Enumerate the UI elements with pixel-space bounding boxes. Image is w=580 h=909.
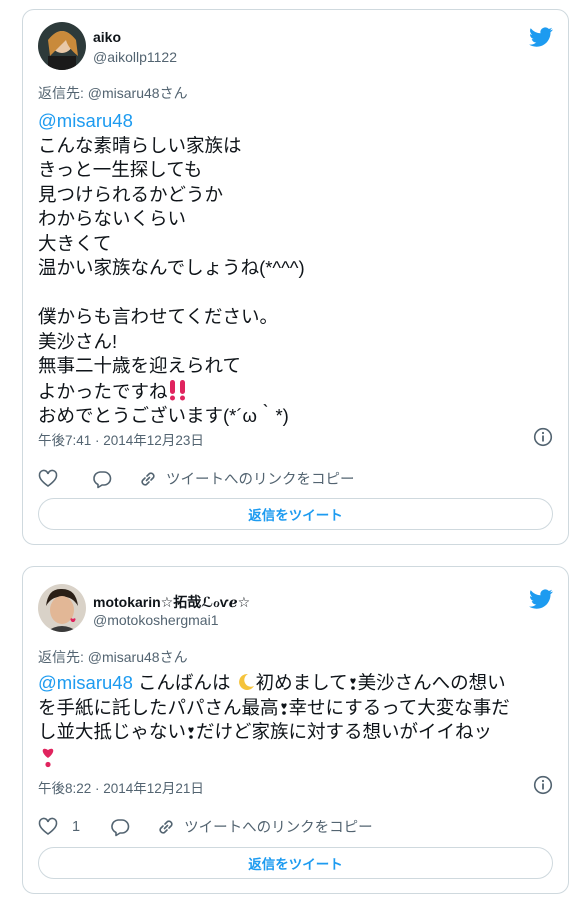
- like-count: 1: [72, 818, 81, 835]
- tweet-line: よかったですね: [38, 380, 168, 402]
- tweet-card: aiko @aikollp1122 返信先: @misaru48さん @misa…: [22, 9, 569, 545]
- reply-tweet-button[interactable]: 返信をツイート: [38, 498, 553, 530]
- reply-icon: [111, 818, 130, 836]
- reply-icon: [93, 470, 112, 488]
- tweet-text: @misaru48 こんな素晴らしい家族は きっと一生探しても 見つけられるかど…: [38, 109, 553, 429]
- tweet-line-with-emoji: よかったですね: [38, 379, 553, 405]
- mention-link[interactable]: @misaru48: [38, 109, 553, 134]
- mention-link[interactable]: @misaru48: [38, 672, 133, 693]
- tweet-line: 無事二十歳を迎えられて: [38, 355, 241, 376]
- tweet-line: こんな素晴らしい家族は: [38, 134, 242, 156]
- heart-icon: [38, 469, 58, 487]
- reply-tweet-button[interactable]: 返信をツイート: [38, 847, 553, 879]
- tweet-line: @misaru48 こんばんは 初めまして 美沙さんへの想い: [38, 671, 553, 696]
- tweet-fragment: 美沙さんへの想い: [357, 672, 506, 693]
- reply-to-label: 返信先: @misaru48さん: [38, 85, 188, 101]
- tweet-fragment: を手紙に託したパパさん最高: [38, 696, 279, 718]
- tweet-line: [38, 745, 553, 773]
- avatar[interactable]: [38, 22, 86, 70]
- copy-link-button[interactable]: ツイートへのリンクをコピー: [156, 816, 373, 837]
- heart-exclamation-emoji: [188, 727, 194, 739]
- tweet-line: 見つけられるかどうか: [38, 183, 224, 205]
- tweet-line: 大きくて: [38, 232, 112, 254]
- tweet-card: motokarin☆拓哉ℒℴѵℯ☆ @motokoshergmai1 返信先: …: [22, 566, 569, 894]
- tweet-line: わからないくらい: [38, 208, 187, 229]
- crescent-moon-emoji: [238, 673, 254, 690]
- reply-to-label: 返信先: @misaru48さん: [38, 649, 188, 665]
- tweet-timestamp[interactable]: 午後8:22 · 2014年12月21日: [38, 777, 204, 797]
- tweet-line: 僕からも言わせてください。: [38, 306, 278, 327]
- tweet-fragment: だけど家族に対する想いがイイねッ: [196, 721, 493, 742]
- link-icon: [141, 471, 155, 486]
- double-exclamation-emoji: [169, 379, 185, 400]
- tweet-fragment: 初めまして: [255, 672, 348, 693]
- copy-link-label: ツイートへのリンクをコピー: [166, 472, 355, 488]
- tweet-timestamp[interactable]: 午後7:41 · 2014年12月23日: [38, 429, 204, 449]
- tweet-fragment: し並大抵じゃない: [38, 721, 187, 742]
- tweet-actions: ツイートへのリンクをコピー: [38, 468, 377, 489]
- info-icon[interactable]: [533, 775, 553, 795]
- tweet-text: @misaru48 こんばんは 初めまして 美沙さんへの想い を手紙に託したパパさ…: [38, 671, 553, 772]
- heart-exclamation-emoji: [280, 702, 287, 715]
- display-name[interactable]: aiko: [93, 29, 121, 45]
- tweet-actions: 1 ツイートへのリンクをコピー: [38, 816, 395, 837]
- twitter-bird-icon[interactable]: [529, 25, 553, 49]
- reply-button[interactable]: [110, 817, 130, 837]
- tweet-line: きっと一生探しても: [38, 159, 203, 180]
- tweet-line: 温かい家族なんでしょうね(*^^^): [38, 257, 305, 278]
- user-handle[interactable]: @aikollp1122: [93, 49, 177, 65]
- display-name[interactable]: motokarin☆拓哉ℒℴѵℯ☆: [93, 592, 250, 612]
- info-icon[interactable]: [533, 427, 553, 447]
- avatar[interactable]: [38, 584, 86, 632]
- heart-exclamation-emoji: [349, 678, 356, 690]
- tweet-fragment: こんばんは: [132, 672, 236, 693]
- tweet-line: 美沙さん!: [38, 330, 118, 352]
- tweet-line: おめでとうございます(*´ω｀*): [38, 405, 289, 426]
- like-button[interactable]: [38, 469, 58, 489]
- reply-button[interactable]: [92, 469, 112, 489]
- copy-link-label: ツイートへのリンクをコピー: [184, 820, 373, 836]
- like-button[interactable]: 1: [38, 817, 80, 837]
- heart-exclamation-emoji: [42, 748, 54, 767]
- copy-link-button[interactable]: ツイートへのリンクをコピー: [138, 468, 355, 489]
- tweet-fragment: 幸せにするって大変な事だ: [288, 696, 510, 718]
- link-icon: [159, 819, 173, 834]
- tweet-line: し並大抵じゃない だけど家族に対する想いがイイねッ: [38, 720, 553, 745]
- tweet-line: を手紙に託したパパさん最高 幸せにするって大変な事だ: [38, 696, 553, 721]
- user-handle[interactable]: @motokoshergmai1: [93, 612, 219, 628]
- twitter-bird-icon[interactable]: [529, 587, 553, 611]
- heart-icon: [38, 817, 58, 835]
